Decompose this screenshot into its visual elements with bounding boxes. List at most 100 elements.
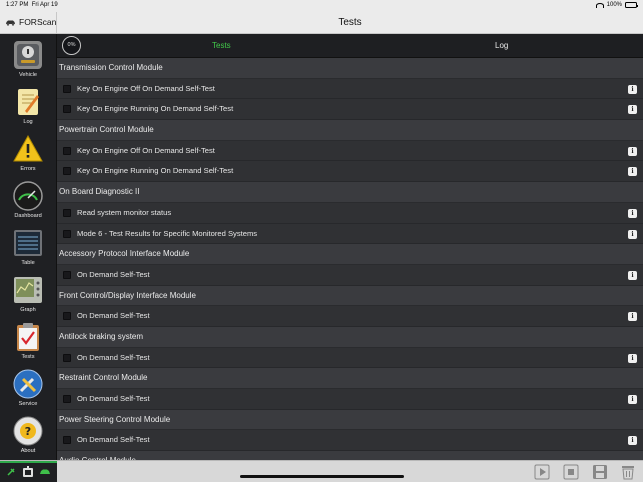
- info-icon[interactable]: i: [628, 146, 637, 156]
- page-title: Tests: [338, 17, 362, 28]
- info-icon[interactable]: i: [628, 436, 637, 446]
- bottom-toolbar: [0, 460, 643, 482]
- test-checkbox[interactable]: [63, 353, 71, 362]
- sidebar-item-vehicle[interactable]: Vehicle: [0, 38, 56, 84]
- test-row[interactable]: On Demand Self-Test i: [57, 306, 643, 327]
- test-row[interactable]: Key On Engine Off On Demand Self-Test i: [57, 140, 643, 162]
- test-label: Key On Engine Running On Demand Self-Tes…: [77, 166, 234, 176]
- sidebar-item-label: Vehicle: [18, 72, 38, 78]
- section-header: Powertrain Control Module: [57, 120, 643, 141]
- test-checkbox[interactable]: [63, 395, 71, 403]
- sidebar-item-log[interactable]: Log: [0, 85, 56, 131]
- sidebar-item-tests[interactable]: Tests: [0, 320, 56, 366]
- sidebar-item-label: Log: [23, 119, 33, 125]
- test-label: On Demand Self-Test: [77, 352, 150, 362]
- section-header: Audio Control Module: [57, 451, 643, 460]
- test-row[interactable]: Read system monitor status i: [57, 202, 643, 224]
- info-icon[interactable]: i: [628, 208, 637, 218]
- test-checkbox[interactable]: [63, 270, 71, 279]
- tab-tests[interactable]: Tests: [212, 41, 231, 50]
- nav-divider: [56, 12, 57, 34]
- car-logo-icon: [6, 20, 15, 26]
- test-row[interactable]: Key On Engine Running On Demand Self-Tes…: [57, 99, 643, 121]
- info-icon[interactable]: i: [628, 229, 637, 239]
- about-icon: ?: [13, 416, 43, 446]
- section-header: Power Steering Control Module: [57, 409, 643, 431]
- test-checkbox[interactable]: [63, 208, 71, 217]
- info-icon[interactable]: i: [628, 353, 637, 363]
- tests-icon: [17, 323, 39, 351]
- save-icon[interactable]: [592, 464, 608, 480]
- progress-indicator: 0%: [62, 36, 81, 55]
- tests-list: Transmission Control Module Key On Engin…: [57, 58, 643, 460]
- info-icon[interactable]: i: [628, 395, 637, 404]
- test-checkbox[interactable]: [63, 105, 71, 114]
- sidebar-item-label: Service: [18, 401, 38, 407]
- test-label: Key On Engine Off On Demand Self-Test: [77, 145, 215, 155]
- test-label: On Demand Self-Test: [77, 435, 150, 445]
- test-checkbox[interactable]: [63, 146, 71, 155]
- status-date: Fri Apr 19: [31, 2, 58, 8]
- test-row[interactable]: Key On Engine Off On Demand Self-Test i: [57, 78, 643, 100]
- test-checkbox[interactable]: [63, 167, 71, 176]
- app-brand: FORScan: [5, 17, 56, 27]
- connection-status: [0, 461, 57, 482]
- test-row[interactable]: On Demand Self-Test i: [57, 347, 643, 369]
- test-label: Key On Engine Running On Demand Self-Tes…: [77, 104, 234, 114]
- tab-log[interactable]: Log: [495, 41, 508, 50]
- info-icon[interactable]: i: [628, 167, 637, 177]
- sidebar-item-about[interactable]: ? About: [0, 414, 56, 460]
- test-label: Mode 6 - Test Results for Specific Monit…: [77, 228, 258, 238]
- play-icon[interactable]: [534, 464, 550, 480]
- sidebar-item-service[interactable]: Service: [0, 367, 56, 413]
- section-header: Restraint Control Module: [57, 368, 643, 389]
- sidebar-item-label: Graph: [20, 307, 36, 313]
- info-icon[interactable]: i: [628, 84, 637, 94]
- test-checkbox[interactable]: [63, 229, 71, 238]
- status-bar: 1:27 PM Fri Apr 19 100%: [0, 0, 643, 12]
- main-content: 0% Tests Log Transmission Control Module…: [57, 34, 643, 460]
- test-checkbox[interactable]: [63, 84, 71, 93]
- info-icon[interactable]: i: [628, 312, 637, 322]
- sidebar-item-errors[interactable]: Errors: [0, 132, 56, 178]
- status-time-date: 1:27 PM Fri Apr 19: [6, 2, 58, 8]
- app-name: FORScan: [19, 17, 57, 27]
- status-right: 100%: [595, 2, 639, 8]
- test-checkbox[interactable]: [63, 312, 71, 321]
- sidebar-item-label: About: [20, 448, 36, 454]
- log-icon: [18, 89, 39, 115]
- svg-text:?: ?: [25, 425, 31, 438]
- status-time: 1:27 PM: [6, 2, 29, 8]
- wifi-icon: [595, 2, 604, 8]
- test-row[interactable]: On Demand Self-Test i: [57, 430, 643, 452]
- stop-icon[interactable]: [563, 464, 579, 480]
- info-icon[interactable]: i: [628, 105, 637, 115]
- vehicle-icon: [14, 41, 42, 69]
- test-row[interactable]: Mode 6 - Test Results for Specific Monit…: [57, 223, 643, 245]
- test-label: Key On Engine Off On Demand Self-Test: [77, 83, 215, 93]
- test-label: Read system monitor status: [77, 207, 172, 217]
- test-label: On Demand Self-Test: [77, 269, 150, 279]
- test-row[interactable]: Key On Engine Running On Demand Self-Tes…: [57, 161, 643, 183]
- sidebar-item-label: Errors: [20, 166, 36, 172]
- battery-percent: 100%: [606, 2, 622, 8]
- sidebar: Vehicle Log Errors Dashboard Table Graph…: [0, 34, 57, 460]
- sidebar-item-label: Dashboard: [14, 213, 42, 219]
- info-icon[interactable]: i: [628, 270, 637, 280]
- dashboard-icon: [13, 181, 43, 211]
- tab-bar: 0% Tests Log: [57, 34, 643, 58]
- trash-icon[interactable]: [620, 464, 636, 480]
- section-header: Accessory Protocol Interface Module: [57, 244, 643, 265]
- test-label: On Demand Self-Test: [77, 394, 150, 403]
- test-row[interactable]: On Demand Self-Test i: [57, 264, 643, 286]
- sidebar-item-graph[interactable]: Graph: [0, 273, 56, 319]
- nav-bar: FORScan Tests: [0, 12, 643, 34]
- test-row[interactable]: On Demand Self-Test i: [57, 389, 643, 410]
- sidebar-item-table[interactable]: Table: [0, 226, 56, 272]
- section-header: Front Control/Display Interface Module: [57, 285, 643, 307]
- sidebar-item-dashboard[interactable]: Dashboard: [0, 179, 56, 225]
- section-header: Transmission Control Module: [57, 58, 643, 79]
- plug-icon: [7, 468, 15, 476]
- test-checkbox[interactable]: [63, 436, 71, 445]
- test-label: On Demand Self-Test: [77, 311, 150, 321]
